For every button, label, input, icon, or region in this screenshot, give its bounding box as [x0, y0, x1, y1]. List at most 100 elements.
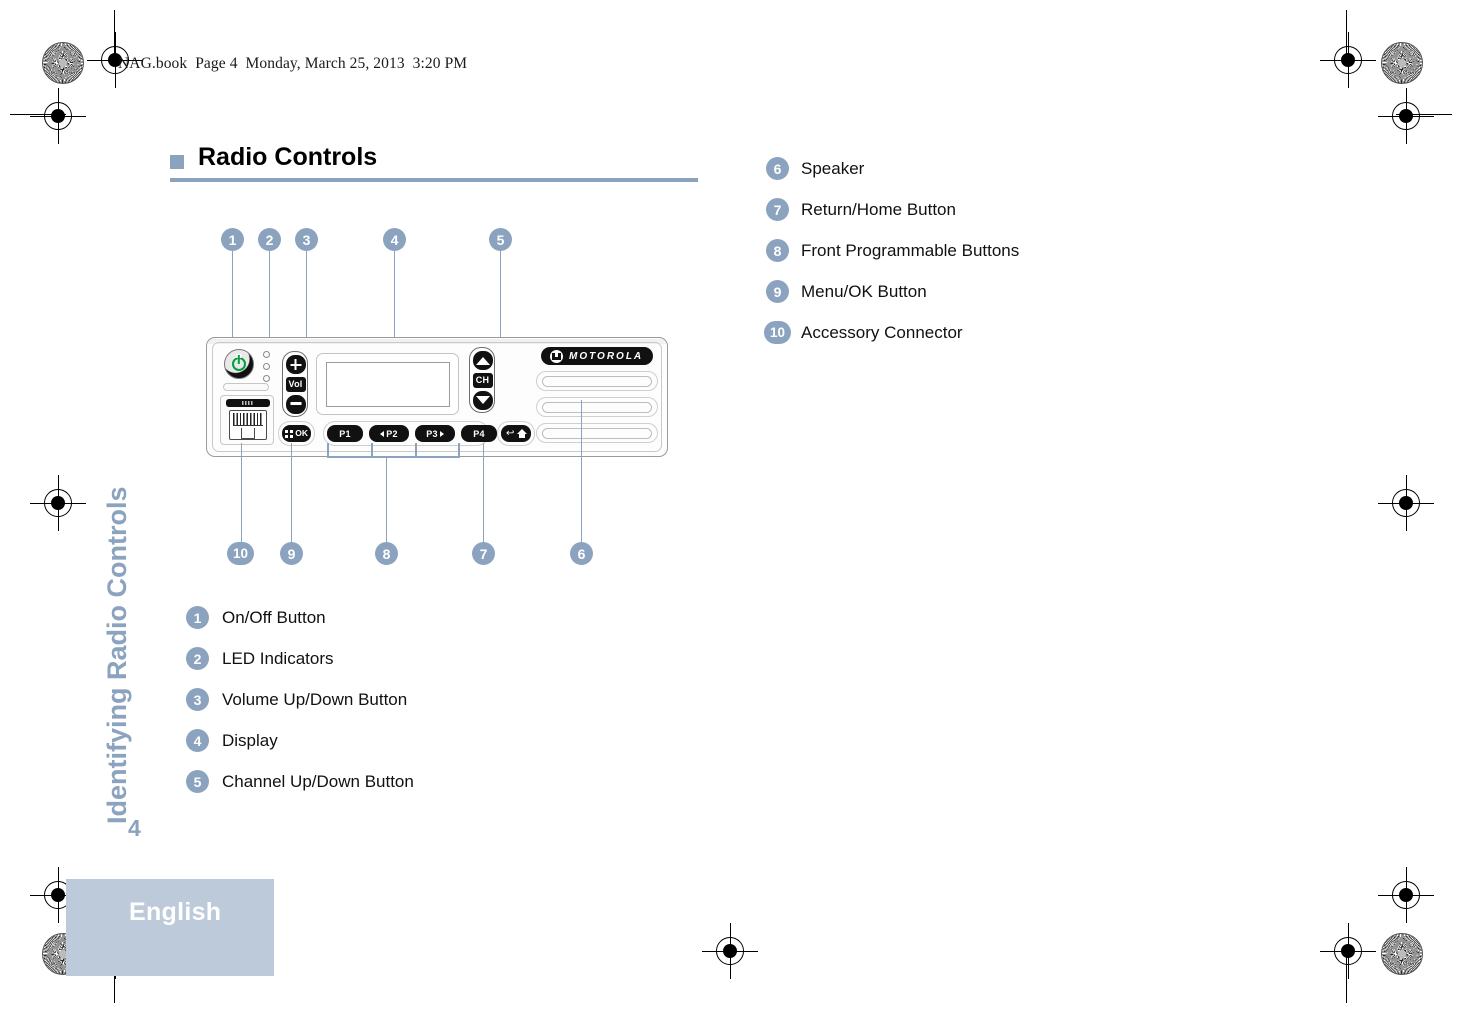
legend-item-1: 1 On/Off Button	[186, 606, 326, 629]
legend-badge-2: 2	[186, 647, 209, 670]
legend-label-2: LED Indicators	[222, 648, 334, 668]
legend-item-3: 3 Volume Up/Down Button	[186, 688, 407, 711]
led-indicator-1	[263, 351, 270, 358]
callout-badge-5: 5	[489, 228, 512, 251]
crosshair-mark-bottom-center	[702, 923, 758, 979]
crosshair-mark-upper-left	[30, 88, 86, 144]
ok-label: OK	[295, 428, 308, 438]
legend-item-7: 7 Return/Home Button	[766, 198, 956, 221]
legend-label-5: Channel Up/Down Button	[222, 771, 414, 791]
callout-badge-6: 6	[570, 542, 593, 565]
rosette-mark-top-left	[42, 42, 84, 84]
minus-icon	[290, 401, 301, 405]
accessory-jack-pins	[233, 413, 263, 426]
p4-label: P4	[473, 428, 485, 439]
arrow-left-icon	[380, 430, 385, 437]
callout-badge-9: 9	[280, 542, 303, 565]
home-icon	[517, 429, 527, 438]
channel-rocker-button[interactable]: CH	[469, 347, 495, 413]
callout-badge-3: 3	[295, 228, 318, 251]
trim-line-bottom-right-v	[1346, 947, 1348, 1003]
volume-rocker-button[interactable]: Vol	[282, 351, 308, 417]
leader-line-3	[305, 251, 307, 345]
legend-badge-5: 5	[186, 770, 209, 793]
volume-down-button[interactable]	[285, 394, 306, 414]
volume-label: Vol	[285, 377, 306, 392]
running-head-text: Identifying Radio Controls	[102, 486, 132, 825]
radio-front-panel-illustration: Vol CH OK P1 P2 P3 P4 ↩ MOTOROLA	[206, 337, 668, 457]
page-title: Radio Controls	[198, 143, 378, 171]
legend-badge-10: 10	[764, 321, 791, 344]
callout-badge-10: 10	[227, 542, 254, 565]
power-button-slot	[223, 383, 269, 391]
manual-page: NAG.book Page 4 Monday, March 25, 2013 3…	[0, 0, 1462, 1013]
arrow-right-icon	[439, 430, 444, 437]
plus-icon	[290, 359, 301, 370]
crosshair-mark-top-right	[1320, 32, 1376, 88]
return-home-button[interactable]: ↩	[501, 425, 531, 442]
leader-line-8-stem-p4	[458, 443, 460, 457]
leader-line-8	[385, 456, 387, 543]
programmable-button-p1[interactable]: P1	[327, 425, 363, 442]
legend-item-5: 5 Channel Up/Down Button	[186, 770, 414, 793]
triangle-up-icon	[475, 356, 490, 365]
back-arrow-icon: ↩	[506, 428, 515, 439]
legend-label-1: On/Off Button	[222, 607, 326, 627]
legend-item-9: 9 Menu/OK Button	[766, 280, 927, 303]
crosshair-mark-bottom-right	[1320, 923, 1376, 979]
motorola-logo-icon	[550, 349, 563, 363]
callout-badge-1: 1	[221, 228, 244, 251]
title-underline-rule	[170, 178, 698, 182]
leader-line-8-stem-p2	[371, 443, 373, 457]
leader-line-8-stem-p3	[415, 443, 417, 457]
power-button[interactable]	[224, 349, 254, 379]
accessory-jack-icon	[229, 410, 267, 440]
leader-line-10	[240, 443, 242, 543]
channel-down-button[interactable]	[472, 390, 493, 410]
legend-label-10: Accessory Connector	[801, 322, 963, 342]
led-indicator-3	[263, 375, 270, 382]
legend-label-4: Display	[222, 730, 278, 750]
legend-badge-8: 8	[766, 239, 789, 262]
p3-label: P3	[426, 428, 438, 439]
speaker-slot-3	[536, 423, 658, 443]
volume-up-button[interactable]	[285, 354, 306, 374]
crosshair-mark-upper-right	[1378, 88, 1434, 144]
crosshair-mark-lower-right	[1378, 867, 1434, 923]
programmable-button-p4[interactable]: P4	[461, 425, 497, 442]
p2-label: P2	[386, 428, 398, 439]
programmable-button-p3[interactable]: P3	[415, 425, 455, 442]
legend-item-6: 6 Speaker	[766, 157, 864, 180]
programmable-button-p2[interactable]: P2	[369, 425, 409, 442]
brand-badge: MOTOROLA	[541, 347, 653, 365]
callout-badge-4: 4	[383, 228, 406, 251]
crosshair-mark-mid-right	[1378, 475, 1434, 531]
leader-line-6	[580, 400, 582, 543]
legend-badge-4: 4	[186, 729, 209, 752]
trim-line-top-right-v	[1346, 10, 1348, 66]
leader-line-1	[231, 251, 233, 339]
leader-bracket-8	[327, 456, 460, 458]
menu-ok-button[interactable]: OK	[282, 425, 311, 442]
leader-line-8-stem-p1	[327, 443, 329, 457]
legend-item-4: 4 Display	[186, 729, 278, 752]
page-number: 4	[128, 815, 141, 841]
language-footer-text: English	[129, 898, 222, 926]
crosshair-mark-mid-left	[30, 475, 86, 531]
power-icon	[232, 357, 246, 371]
callout-badge-7: 7	[472, 542, 495, 565]
legend-label-6: Speaker	[801, 158, 865, 178]
legend-badge-6: 6	[766, 157, 789, 180]
legend-label-3: Volume Up/Down Button	[222, 689, 408, 709]
legend-item-2: 2 LED Indicators	[186, 647, 334, 670]
channel-up-button[interactable]	[472, 350, 493, 370]
rosette-mark-bottom-right	[1381, 933, 1423, 975]
rosette-mark-top-right	[1381, 42, 1423, 84]
speaker-slot-1	[536, 371, 658, 391]
legend-item-10: 10 Accessory Connector	[764, 321, 963, 344]
accessory-jack-tab	[241, 428, 255, 439]
legend-badge-7: 7	[766, 198, 789, 221]
accessory-cap-grip-icon	[242, 401, 254, 405]
square-bullet-icon	[170, 155, 184, 169]
accessory-connector[interactable]	[220, 395, 274, 445]
